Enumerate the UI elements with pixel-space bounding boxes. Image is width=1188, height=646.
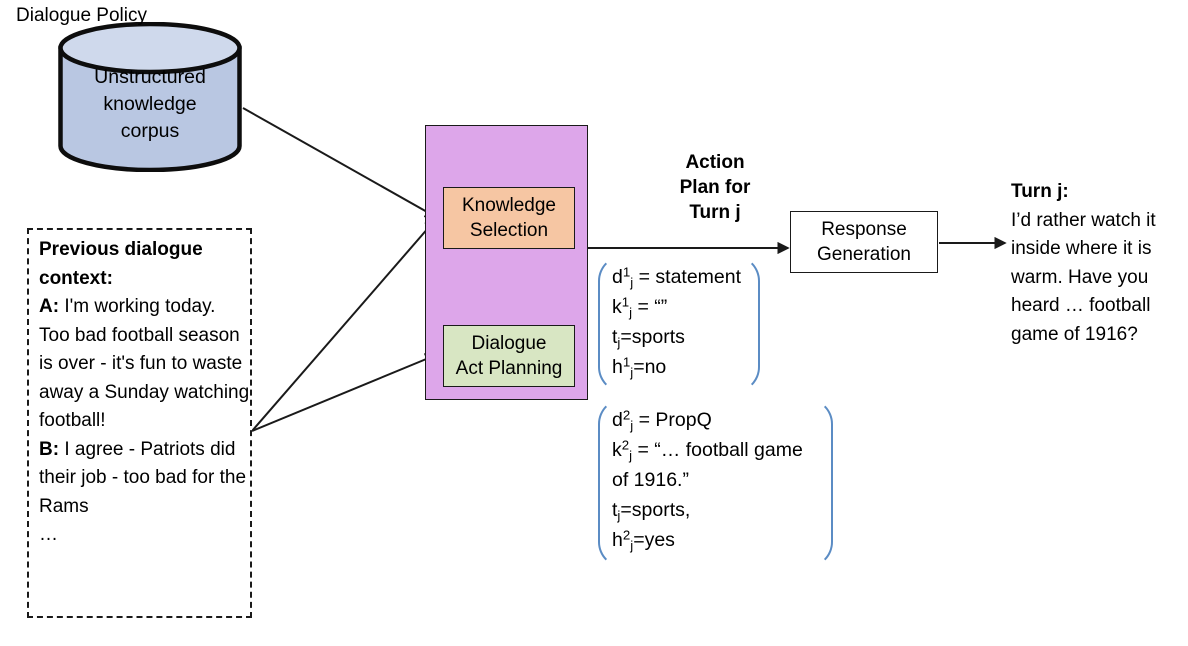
action-plan-group-2: d2j = PropQ k2j = “… football game of 19… [598,398,833,568]
speaker-a-text: I'm working today. Too bad football seas… [39,296,250,431]
response-generation-box: Response Generation [790,211,938,273]
plan2-knowledge-line: k2j = “… football game of 1916.” [612,435,824,495]
corpus-label: Unstructured knowledge corpus [94,66,206,142]
knowledge-corpus-cylinder: Unstructured knowledge corpus [58,22,242,172]
knowledge-selection-label: Knowledge Selection [461,195,557,241]
dialogue-context-text: Previous dialogue context: A: I'm workin… [39,236,251,550]
action-plan-group-1-lines: d1j = statement k1j = “” tj=sports h1j=n… [612,262,741,382]
dialogue-context-ellipsis: … [39,524,58,545]
plan2-d-symbol: d [612,409,623,431]
arrow-context-to-act-planning [251,353,438,432]
plan2-topic-line: tj=sports, [612,495,824,525]
plan2-d-value: = PropQ [633,409,712,431]
speaker-b-text: I agree - Patriots did their job - too b… [39,438,247,517]
previous-dialogue-context-box: Previous dialogue context: A: I'm workin… [27,228,252,618]
plan1-knowledge-line: k1j = “” [612,292,741,322]
dialogue-act-planning-box: Dialogue Act Planning [443,325,575,387]
dialogue-act-planning-label: Dialogue Act Planning [455,333,563,379]
knowledge-selection-box: Knowledge Selection [443,187,575,249]
plan2-dialogue-act-line: d2j = PropQ [612,405,824,435]
plan2-h-symbol: h [612,529,623,551]
plan1-d-value: = statement [633,266,742,288]
response-generation-label: Response Generation [816,219,911,265]
turn-output-heading: Turn j: [1011,181,1069,202]
plan1-hedge-line: h1j=no [612,352,741,382]
plan1-k-value: = “” [632,296,668,318]
dialogue-policy-title: Dialogue Policy [16,5,147,26]
plan2-k-value: = “… football game of 1916.” [612,439,803,491]
turn-output-body: I’d rather watch it inside where it is w… [1011,209,1156,345]
plan1-h-symbol: h [612,356,623,378]
plan2-t-value: =sports, [620,499,691,521]
plan1-k-symbol: k [612,296,622,318]
speaker-a-label: A: [39,296,60,317]
plan1-dialogue-act-line: d1j = statement [612,262,741,292]
plan1-topic-line: tj=sports [612,322,741,352]
plan2-k-symbol: k [612,439,622,461]
arrow-corpus-to-knowledge-selection [242,107,438,218]
arrow-context-to-knowledge-selection [251,217,438,432]
turn-output-text: Turn j: I’d rather watch it inside where… [1011,178,1183,349]
plan1-t-value: =sports [620,326,685,348]
action-plan-group-2-lines: d2j = PropQ k2j = “… football game of 19… [612,405,824,555]
action-plan-group-1: d1j = statement k1j = “” tj=sports h1j=n… [598,255,760,393]
action-plan-title: Action Plan for Turn j [679,152,751,223]
plan2-h-value: =yes [633,529,675,551]
plan2-hedge-line: h2j=yes [612,525,824,555]
diagram-canvas: Unstructured knowledge corpus Previous d… [0,0,1188,646]
plan1-d-symbol: d [612,266,623,288]
speaker-b-label: B: [39,438,60,460]
dialogue-context-heading: Previous dialogue context: [39,239,203,289]
plan1-h-value: =no [633,356,667,378]
